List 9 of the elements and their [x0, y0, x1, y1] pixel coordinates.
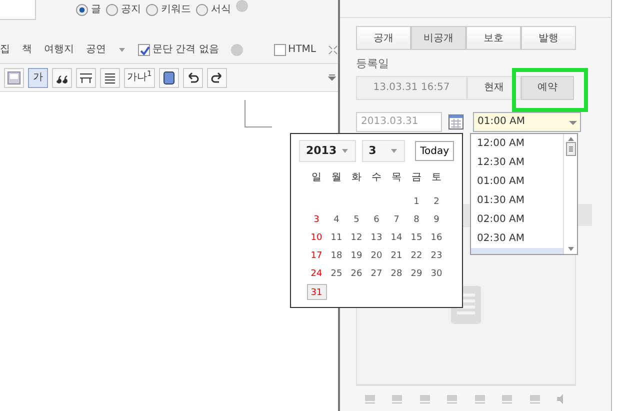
weekday-label: 월: [330, 171, 342, 185]
weekday-label: 화: [350, 171, 362, 185]
weekday-label: 수: [370, 171, 382, 185]
weekday-label: 금: [410, 171, 422, 185]
weekday-label: 토: [430, 171, 442, 185]
current-datetime: 13.03.31 16:57: [356, 76, 467, 100]
date-label: 등록일: [356, 56, 390, 72]
weekday-label: 일: [310, 171, 322, 185]
weekday-label: 목: [390, 171, 402, 185]
